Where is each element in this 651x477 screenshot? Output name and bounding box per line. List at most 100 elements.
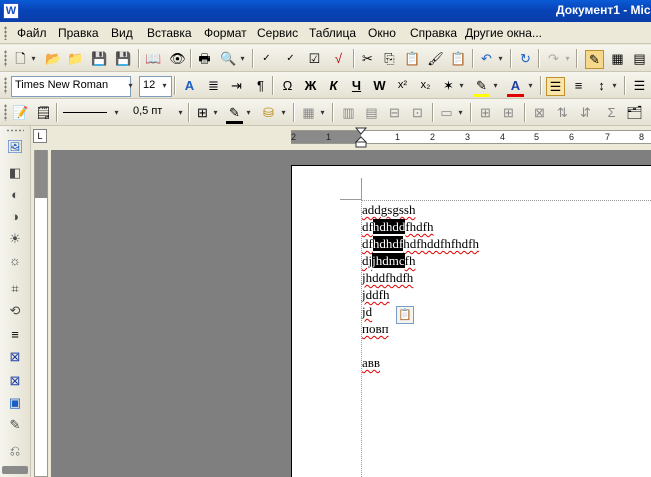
align-cells-icon[interactable]: ⊟ (386, 104, 403, 121)
equation-icon[interactable]: √ (330, 50, 347, 67)
chevron-down-icon[interactable]: ▾ (318, 103, 327, 122)
open-folder-icon[interactable]: 📂 (45, 50, 62, 67)
undo-icon[interactable]: ↶ (478, 50, 495, 67)
print-preview-icon[interactable]: 🔍 (220, 50, 237, 67)
align-center-icon[interactable]: ≡ (570, 77, 587, 94)
chevron-down-icon[interactable]: ▾ (457, 76, 466, 95)
document-line[interactable]: djjhdmcfh (362, 253, 415, 269)
font-name-select[interactable]: Times New Roman (11, 76, 131, 97)
chevron-down-icon[interactable]: ▾ (112, 103, 121, 122)
paste-options-icon[interactable]: 📋 (396, 306, 414, 324)
fill-bucket-icon[interactable]: ⛁ (260, 104, 277, 121)
merge-cells-icon[interactable]: ▥ (340, 104, 357, 121)
document-line[interactable]: jd (362, 304, 372, 320)
omega-symbol-icon[interactable]: Ω (279, 77, 296, 94)
chevron-down-icon[interactable]: ▾ (496, 49, 505, 68)
compress-icon[interactable]: ⊠ (6, 348, 24, 366)
document-line[interactable]: addgsgssh (362, 202, 415, 218)
menu-tools[interactable]: Сервис (257, 26, 298, 40)
checklist-icon[interactable]: ☑ (306, 50, 323, 67)
toolbar-grip[interactable] (4, 104, 7, 121)
chevron-down-icon[interactable]: ▾ (211, 103, 220, 122)
distribute-rows-icon[interactable]: ⊞ (477, 104, 494, 121)
edit-pencil-icon[interactable]: 📝 (12, 104, 29, 121)
chevron-down-icon[interactable]: ▾ (610, 76, 619, 95)
autoformat-icon[interactable]: ⊠ (531, 104, 548, 121)
edit-form-icon[interactable]: 🗒 (35, 104, 52, 121)
chevron-down-icon[interactable]: ▾ (29, 49, 38, 68)
bold-button[interactable]: Ж (302, 77, 319, 94)
table-icon[interactable]: ▤ (631, 50, 648, 67)
toolbar-scroll[interactable] (2, 466, 28, 474)
menu-window[interactable]: Окно (368, 26, 396, 40)
text-effects-icon[interactable]: ✶ (440, 77, 457, 94)
menu-file[interactable]: Файл (17, 26, 47, 40)
double-underline-w-icon[interactable]: W (371, 77, 388, 94)
chevron-down-icon[interactable]: ▾ (126, 76, 135, 95)
document-page[interactable] (291, 165, 651, 477)
chevron-down-icon[interactable]: ▾ (279, 103, 288, 122)
vertical-ruler-strip[interactable] (34, 150, 48, 477)
folder-icon[interactable]: 📁 (67, 50, 84, 67)
menu-help[interactable]: Справка (410, 26, 457, 40)
brightness-up-icon[interactable]: ☀ (6, 230, 24, 248)
distribute-icon[interactable]: ⊡ (409, 104, 426, 121)
chevron-down-icon[interactable]: ▾ (456, 103, 465, 122)
research-book-icon[interactable]: 📖 (145, 50, 162, 67)
chevron-down-icon[interactable]: ▾ (526, 76, 535, 95)
line-width-select[interactable]: 0,5 пт (130, 103, 179, 122)
insert-table-icon[interactable]: ▦ (300, 104, 317, 121)
cut-scissors-icon[interactable]: ✂ (359, 50, 376, 67)
print-icon[interactable]: 🖶 (196, 50, 213, 67)
paragraph-mark-icon[interactable]: ¶ (252, 77, 269, 94)
permission-icon[interactable]: 💾 (115, 50, 132, 67)
toolbar-grip[interactable] (6, 129, 24, 132)
chevron-down-icon[interactable]: ▾ (176, 103, 185, 122)
preview-eye-icon[interactable]: 👁 (169, 50, 186, 67)
set-transparent-icon[interactable]: ✎ (6, 416, 24, 434)
document-map-icon[interactable]: 🗂 (626, 104, 643, 121)
grammar-icon[interactable]: ✓ (282, 50, 299, 67)
chevron-down-icon[interactable]: ▾ (244, 103, 253, 122)
sort-desc-icon[interactable]: ⇵ (577, 104, 594, 121)
save-icon[interactable]: 💾 (91, 50, 108, 67)
contrast-up-icon[interactable]: ◐ (6, 186, 24, 204)
refresh-icon[interactable]: ↻ (517, 50, 534, 67)
grow-font-icon[interactable]: A (181, 77, 198, 94)
borders-icon[interactable]: ⊞ (194, 104, 211, 121)
subscript-icon[interactable]: x₂ (417, 77, 434, 94)
chevron-down-icon[interactable]: ▾ (160, 76, 169, 95)
toolbar-grip[interactable] (4, 50, 7, 67)
crop-icon[interactable]: ⌗ (6, 280, 24, 298)
sum-sigma-icon[interactable]: Σ (603, 104, 620, 121)
text-wrap-icon[interactable]: ⊠ (6, 372, 24, 390)
redo-icon[interactable]: ↷ (545, 50, 562, 67)
toolbar-grip[interactable] (4, 77, 7, 94)
format-painter-icon[interactable]: 🖌 (427, 50, 444, 67)
align-left-icon[interactable]: ☰ (546, 77, 565, 96)
brightness-down-icon[interactable]: ☼ (6, 252, 24, 270)
chevron-down-icon[interactable]: ▾ (563, 49, 572, 68)
word-app-icon[interactable]: W (3, 3, 19, 19)
spelling-icon[interactable]: ✓ (258, 50, 275, 67)
indent-marker-icon[interactable] (355, 127, 367, 149)
highlight-marker-icon[interactable]: ✎ (473, 77, 490, 97)
sort-icon[interactable]: ⇅ (554, 104, 571, 121)
table-grid-icon[interactable]: ▦ (609, 50, 626, 67)
menu-other-windows[interactable]: Другие окна... (465, 26, 542, 40)
menu-grip[interactable] (4, 26, 7, 40)
contrast-down-icon[interactable]: ◑ (6, 208, 24, 226)
document-line[interactable]: авв (362, 355, 380, 371)
chevron-down-icon[interactable]: ▾ (238, 49, 247, 68)
line-spacing-icon[interactable]: ↕ (593, 77, 610, 94)
document-line[interactable]: jhddfhdfh (362, 270, 413, 286)
font-color-icon[interactable]: A (507, 77, 524, 97)
line-style-icon[interactable]: ≡ (6, 326, 24, 344)
italic-button[interactable]: К (325, 77, 342, 94)
line-style-preview[interactable] (63, 112, 107, 113)
paste-icon[interactable]: 📋 (404, 50, 421, 67)
numbered-list-icon[interactable]: ☰ (631, 77, 648, 94)
menu-format[interactable]: Формат (204, 26, 247, 40)
picture-icon[interactable]: 🖼 (6, 138, 24, 156)
document-line[interactable]: dfhdhddfhdfh (362, 219, 434, 235)
